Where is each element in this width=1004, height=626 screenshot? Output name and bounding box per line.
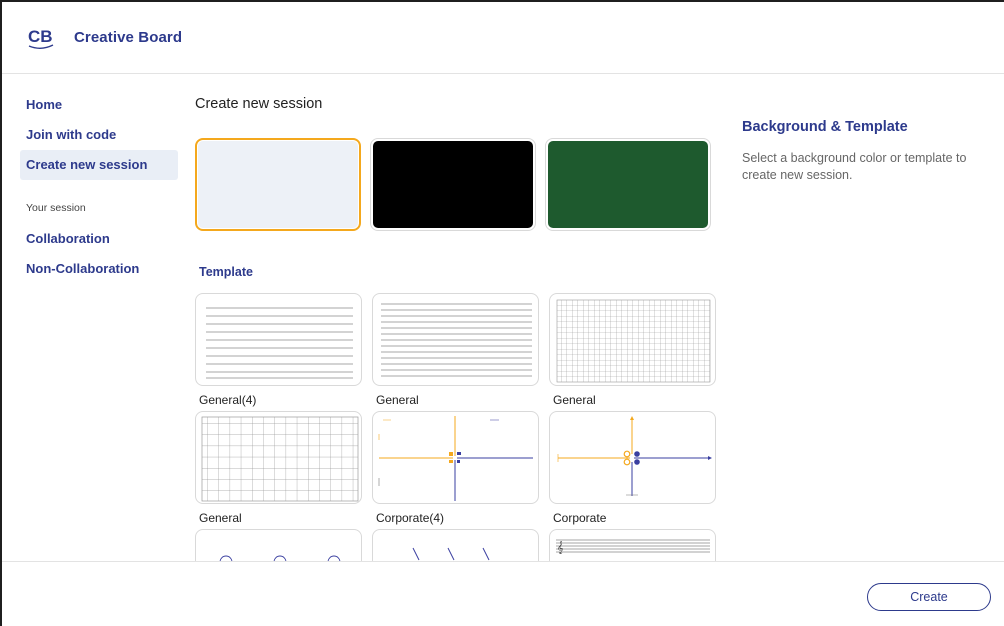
template-card[interactable] bbox=[372, 529, 539, 561]
create-button[interactable]: Create bbox=[867, 583, 991, 611]
app-window: CB Creative Board Home Join with code Cr… bbox=[0, 0, 1004, 626]
sidebar-item-join-with-code[interactable]: Join with code bbox=[20, 120, 178, 150]
panel-title: Background & Template bbox=[742, 119, 908, 135]
background-swatch bbox=[198, 141, 358, 228]
template-card[interactable]: Corporate(4) bbox=[372, 411, 539, 526]
fine-grid-template-icon bbox=[549, 293, 716, 386]
sidebar-item-non-collaboration[interactable]: Non-Collaboration bbox=[20, 254, 178, 284]
sidebar-item-home[interactable]: Home bbox=[20, 90, 178, 120]
template-name: General bbox=[199, 511, 242, 525]
template-name: General bbox=[553, 393, 596, 407]
lined-4-template-icon bbox=[195, 293, 362, 386]
template-name: Corporate(4) bbox=[376, 511, 445, 525]
background-option-black[interactable] bbox=[370, 138, 536, 231]
svg-text:CB: CB bbox=[28, 27, 53, 46]
background-option-light[interactable] bbox=[195, 138, 361, 231]
header-bar: CB Creative Board bbox=[2, 2, 1004, 74]
background-option-green[interactable] bbox=[545, 138, 711, 231]
background-swatch bbox=[548, 141, 708, 228]
lined-template-icon bbox=[372, 293, 539, 386]
quadrant-template-icon bbox=[549, 411, 716, 504]
template-card[interactable]: Corporate bbox=[549, 411, 716, 526]
footer-bar bbox=[2, 561, 1004, 626]
template-name: Corporate bbox=[553, 511, 607, 525]
template-name: General bbox=[376, 393, 419, 407]
template-card[interactable]: 𝄞 bbox=[549, 529, 716, 561]
background-swatch bbox=[373, 141, 533, 228]
template-section-label: Template bbox=[199, 265, 253, 279]
template-name: General(4) bbox=[199, 393, 257, 407]
page-title: Create new session bbox=[195, 96, 323, 112]
slanted-lines-template-icon bbox=[372, 529, 539, 561]
panel-description: Select a background color or template to… bbox=[742, 151, 967, 182]
circles-template-icon bbox=[195, 529, 362, 561]
app-title: Creative Board bbox=[74, 29, 183, 46]
quadrant-4-template-icon bbox=[372, 411, 539, 504]
template-card[interactable]: General(4) bbox=[195, 293, 362, 408]
template-card[interactable]: General bbox=[549, 293, 716, 408]
coarse-grid-template-icon bbox=[195, 411, 362, 504]
template-grid: General(4) General General General Corpo… bbox=[192, 290, 722, 561]
sidebar-item-create-new-session[interactable]: Create new session bbox=[20, 150, 178, 180]
app-logo-icon: CB bbox=[26, 23, 56, 53]
sidebar-item-collaboration[interactable]: Collaboration bbox=[20, 224, 178, 254]
template-card[interactable] bbox=[195, 529, 362, 561]
svg-text:𝄞: 𝄞 bbox=[557, 541, 564, 554]
template-card[interactable]: General bbox=[372, 293, 539, 408]
music-staff-template-icon: 𝄞 bbox=[549, 529, 716, 561]
sidebar-section-label: Your session bbox=[26, 202, 86, 214]
sidebar: Home Join with code Create new session Y… bbox=[20, 90, 178, 284]
template-card[interactable]: General bbox=[195, 411, 362, 526]
